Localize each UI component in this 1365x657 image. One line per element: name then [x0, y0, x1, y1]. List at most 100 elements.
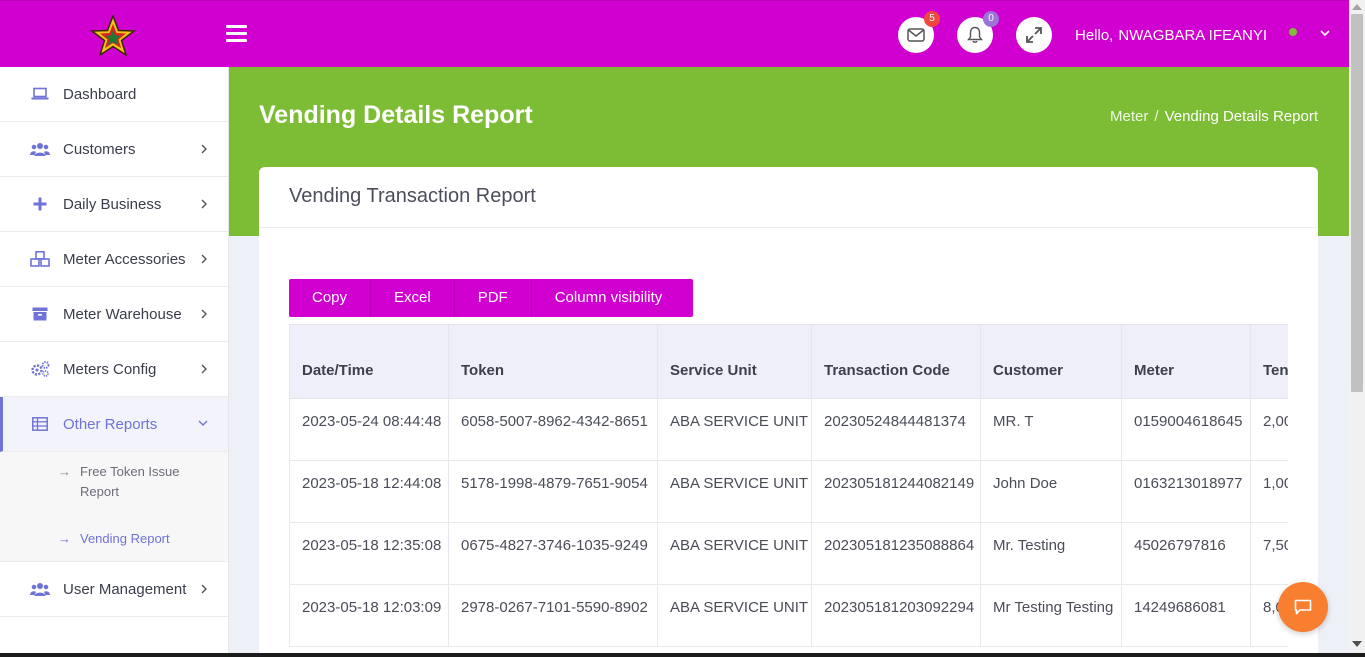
column-header-date-time[interactable]: Date/Time [289, 324, 449, 399]
star-logo-icon[interactable] [89, 15, 137, 57]
sidebar-item-label: Meters Config [63, 360, 157, 378]
vending-table: Date/Time Token Service Unit Transaction… [289, 324, 1288, 647]
column-header-tender[interactable]: Tender [1250, 324, 1288, 399]
chevron-right-icon [201, 144, 207, 154]
column-header-service-unit[interactable]: Service Unit [657, 324, 812, 399]
plus-icon [30, 196, 50, 212]
users-icon [30, 141, 50, 157]
copy-button[interactable]: Copy [289, 279, 372, 317]
cell-token: 2978-0267-7101-5590-8902 [448, 584, 658, 647]
sidebar-item-meter-warehouse[interactable]: Meter Warehouse [0, 287, 228, 342]
top-navbar: 5 0 Hello, NWAGBARA IFEANYI [0, 0, 1349, 67]
cell-transaction-code: 20230524844481374 [811, 398, 981, 461]
table-container[interactable]: Date/Time Token Service Unit Transaction… [289, 324, 1288, 657]
chevron-right-icon [201, 254, 207, 264]
table-icon [30, 416, 50, 432]
bell-icon [967, 26, 983, 43]
submenu-item-label: Vending Report [80, 531, 170, 546]
sidebar-item-label: Meter Warehouse [63, 305, 182, 323]
cell-tender: 1,000 [1250, 460, 1288, 523]
breadcrumb-link-meter[interactable]: Meter [1110, 108, 1148, 125]
cell-customer: Mr Testing Testing [980, 584, 1122, 647]
messages-button[interactable]: 5 [898, 11, 940, 53]
column-header-customer[interactable]: Customer [980, 324, 1122, 399]
submenu-item-vending-report[interactable]: → Vending Report [0, 529, 228, 549]
cell-meter: 45026797816 [1121, 522, 1251, 585]
greeting-text: Hello, [1075, 27, 1114, 44]
expand-icon [1026, 27, 1042, 43]
table-row: 2023-05-18 12:03:09 2978-0267-7101-5590-… [289, 584, 1288, 647]
report-card: Vending Transaction Report Copy Excel PD… [259, 167, 1318, 657]
sidebar-item-user-management[interactable]: User Management [0, 562, 228, 617]
chevron-right-icon [201, 364, 207, 374]
cell-service-unit: ABA SERVICE UNIT [657, 398, 812, 461]
bottom-strip [0, 653, 1365, 657]
cell-transaction-code: 202305181203092294 [811, 584, 981, 647]
cell-date-time: 2023-05-18 12:44:08 [289, 460, 449, 523]
sidebar-item-daily-business[interactable]: Daily Business [0, 177, 228, 232]
user-greeting[interactable]: Hello, NWAGBARA IFEANYI [1075, 27, 1267, 44]
chevron-right-icon [201, 199, 207, 209]
sidebar-item-other-reports[interactable]: Other Reports [0, 397, 228, 452]
submenu-item-free-token-issue-report[interactable]: → Free Token Issue Report [0, 462, 190, 502]
sidebar-item-label: Other Reports [63, 415, 158, 433]
sidebar-item-label: Customers [63, 140, 136, 158]
card-header: Vending Transaction Report [259, 167, 1318, 228]
cell-token: 5178-1998-4879-7651-9054 [448, 460, 658, 523]
scroll-up-icon[interactable] [1352, 4, 1362, 10]
chat-bubble-icon [1294, 599, 1312, 615]
sidebar-item-label: Meter Accessories [63, 250, 186, 268]
chevron-right-icon [201, 309, 207, 319]
sidebar: Dashboard Customers Daily Business Meter… [0, 67, 229, 657]
cell-transaction-code: 202305181244082149 [811, 460, 981, 523]
scroll-down-icon[interactable] [1352, 641, 1362, 647]
chevron-down-icon[interactable] [1319, 27, 1331, 39]
chat-button[interactable] [1278, 582, 1328, 632]
cell-customer: Mr. Testing [980, 522, 1122, 585]
notifications-button[interactable]: 0 [957, 11, 999, 53]
sidebar-item-dashboard[interactable]: Dashboard [0, 67, 228, 122]
column-header-transaction-code[interactable]: Transaction Code [811, 324, 981, 399]
fullscreen-button[interactable] [1016, 17, 1052, 53]
sidebar-item-label: User Management [63, 580, 187, 598]
column-visibility-button[interactable]: Column visibility [532, 279, 694, 317]
menu-toggle-icon[interactable] [226, 25, 247, 43]
cell-service-unit: ABA SERVICE UNIT [657, 522, 812, 585]
cell-service-unit: ABA SERVICE UNIT [657, 584, 812, 647]
breadcrumb-separator: / [1154, 108, 1159, 125]
sidebar-item-meters-config[interactable]: Meters Config [0, 342, 228, 397]
cell-customer: John Doe [980, 460, 1122, 523]
column-header-meter[interactable]: Meter [1121, 324, 1251, 399]
cell-transaction-code: 202305181235088864 [811, 522, 981, 585]
sidebar-item-customers[interactable]: Customers [0, 122, 228, 177]
cell-tender: 7,500 [1250, 522, 1288, 585]
cell-meter: 0163213018977 [1121, 460, 1251, 523]
cogs-icon [30, 361, 50, 377]
cell-date-time: 2023-05-18 12:03:09 [289, 584, 449, 647]
sidebar-item-meter-accessories[interactable]: Meter Accessories [0, 232, 228, 287]
excel-button[interactable]: Excel [371, 279, 455, 317]
table-row: 2023-05-18 12:35:08 0675-4827-3746-1035-… [289, 522, 1288, 585]
arrow-right-icon: → [58, 464, 71, 479]
cell-token: 0675-4827-3746-1035-9249 [448, 522, 658, 585]
cell-customer: MR. T [980, 398, 1122, 461]
user-name: NWAGBARA IFEANYI [1118, 27, 1267, 44]
cell-tender: 2,000 [1250, 398, 1288, 461]
scrollbar-thumb[interactable] [1351, 14, 1363, 392]
submenu-item-label: Free Token Issue Report [80, 464, 180, 499]
cell-date-time: 2023-05-24 08:44:48 [289, 398, 449, 461]
avatar[interactable] [1289, 28, 1297, 36]
pdf-button[interactable]: PDF [455, 279, 532, 317]
other-reports-submenu: → Free Token Issue Report → Vending Repo… [0, 452, 228, 562]
laptop-icon [30, 86, 50, 102]
column-header-token[interactable]: Token [448, 324, 658, 399]
table-header-row: Date/Time Token Service Unit Transaction… [289, 324, 1288, 399]
notifications-count-badge: 0 [983, 11, 999, 27]
breadcrumb-current: Vending Details Report [1164, 108, 1318, 125]
table-row: 2023-05-18 12:44:08 5178-1998-4879-7651-… [289, 460, 1288, 523]
sidebar-item-label: Daily Business [63, 195, 162, 213]
breadcrumb: Meter / Vending Details Report [1110, 108, 1318, 125]
card-title: Vending Transaction Report [289, 185, 536, 207]
table-row: 2023-05-24 08:44:48 6058-5007-8962-4342-… [289, 398, 1288, 461]
arrow-right-icon: → [58, 531, 71, 546]
